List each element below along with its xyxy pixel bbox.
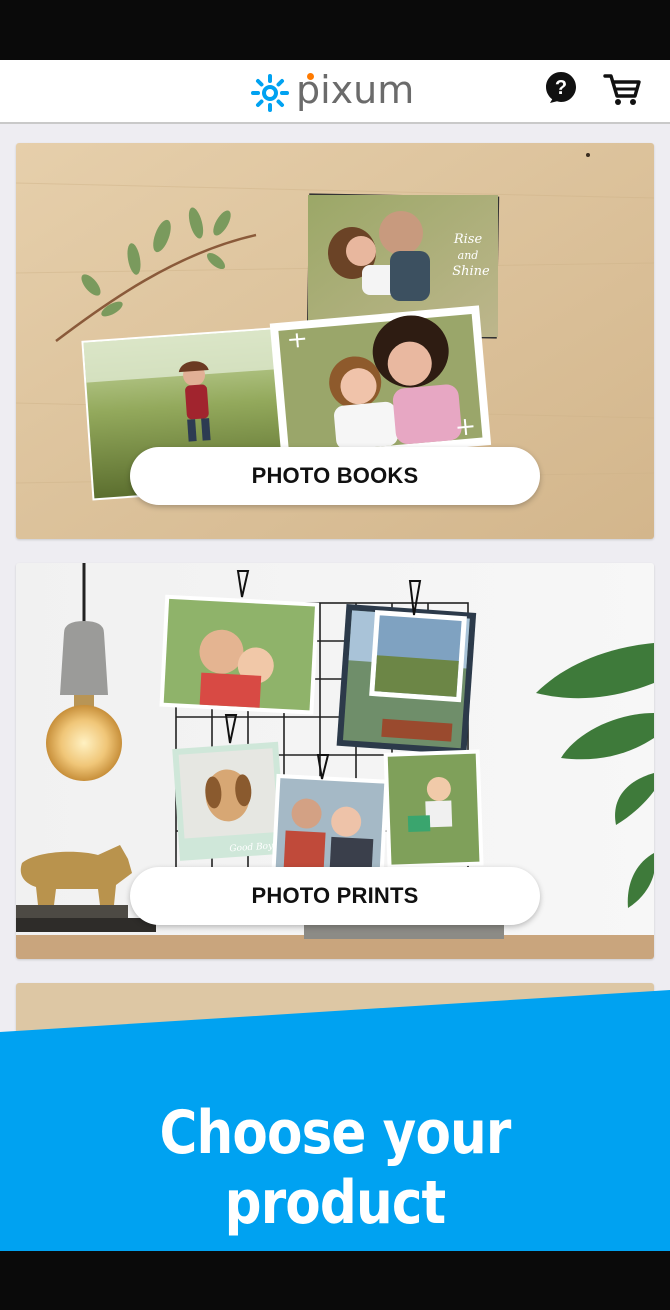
app-header: pixum ? — [0, 60, 670, 124]
svg-text:Shine: Shine — [452, 264, 490, 279]
shopping-cart-icon[interactable] — [602, 70, 642, 108]
banner-title: Choose your product — [159, 1098, 512, 1238]
svg-text:and: and — [458, 249, 479, 262]
product-card-photo-books[interactable]: Rise and Shine PHOTO BOOKS — [16, 143, 654, 539]
svg-text:?: ? — [555, 77, 567, 99]
photo-prints-button[interactable]: PHOTO PRINTS — [130, 867, 540, 925]
svg-text:Rise: Rise — [453, 232, 483, 247]
help-circle-icon[interactable]: ? — [544, 70, 578, 104]
app-screen: pixum ? Rise and Shine PHOTO BOOKS Good … — [0, 60, 670, 1251]
photo-books-button[interactable]: PHOTO BOOKS — [130, 447, 540, 505]
sun-logo-icon — [251, 74, 289, 112]
promo-banner: Choose your product — [0, 990, 670, 1251]
system-nav-bar — [0, 1251, 670, 1310]
product-card-photo-prints[interactable]: Good Boy PHOTO PRINTS — [16, 563, 654, 959]
pixum-logo[interactable]: pixum — [250, 68, 414, 116]
status-bar — [0, 0, 670, 60]
logo-orange-dot — [307, 73, 314, 80]
